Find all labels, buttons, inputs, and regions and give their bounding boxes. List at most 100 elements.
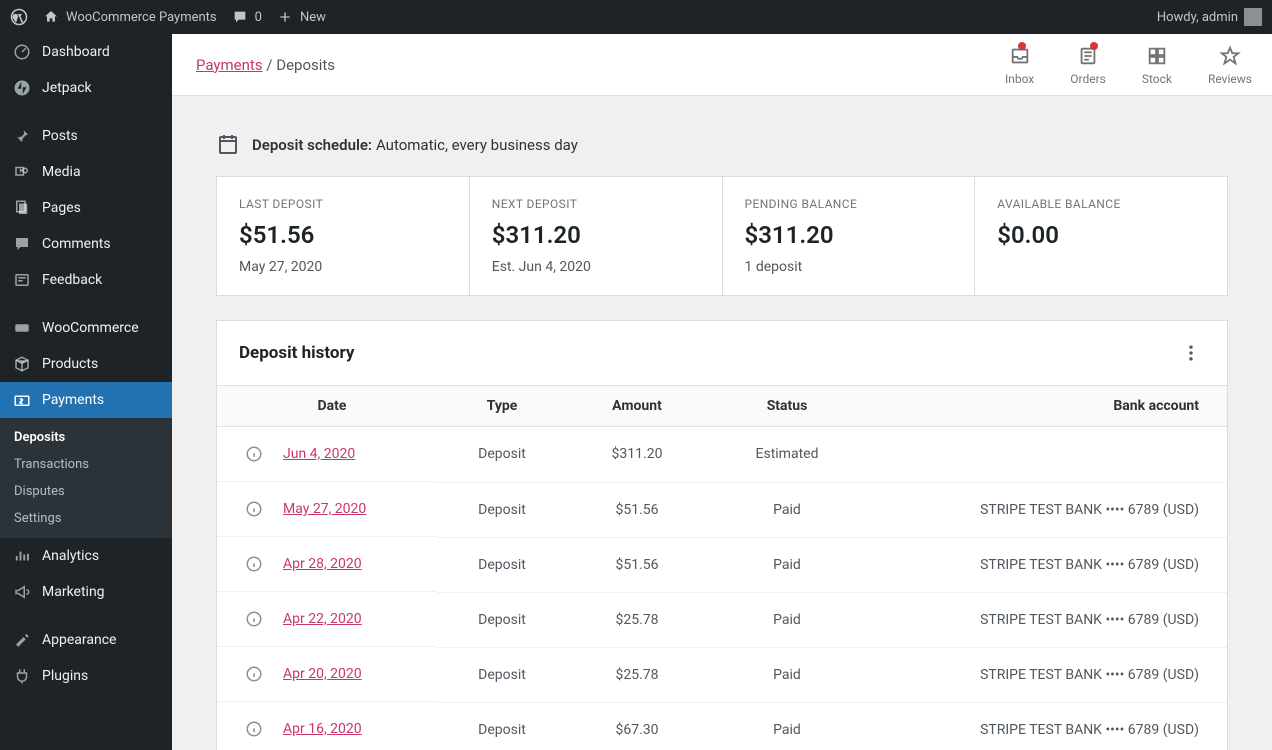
deposit-history-panel: Deposit history Date Type Amount Status … bbox=[216, 320, 1228, 750]
breadcrumb: Payments / Deposits bbox=[196, 56, 335, 74]
card-value: $0.00 bbox=[997, 221, 1205, 249]
products-icon bbox=[12, 354, 32, 374]
sidebar-item-woocommerce[interactable]: WooCommerce bbox=[0, 310, 172, 346]
cell-status: Paid bbox=[707, 537, 867, 592]
deposit-date-link[interactable]: May 27, 2020 bbox=[283, 501, 366, 517]
cell-amount: $311.20 bbox=[567, 427, 707, 483]
sidebar-item-label: Appearance bbox=[42, 632, 116, 648]
card-last-deposit: LAST DEPOSIT $51.56 May 27, 2020 bbox=[217, 177, 470, 295]
topbar-action-stock[interactable]: Stock bbox=[1142, 44, 1172, 86]
deposit-date-link[interactable]: Apr 28, 2020 bbox=[283, 556, 362, 572]
sidebar-item-plugins[interactable]: Plugins bbox=[0, 658, 172, 694]
deposit-date-link[interactable]: Apr 20, 2020 bbox=[283, 666, 362, 682]
cell-bank: STRIPE TEST BANK •••• 6789 (USD) bbox=[867, 592, 1227, 647]
card-pending-balance: PENDING BALANCE $311.20 1 deposit bbox=[723, 177, 976, 295]
col-amount[interactable]: Amount bbox=[567, 386, 707, 427]
topbar-action-label: Inbox bbox=[1005, 72, 1034, 86]
sidebar-item-marketing[interactable]: Marketing bbox=[0, 574, 172, 610]
sidebar-item-posts[interactable]: Posts bbox=[0, 118, 172, 154]
sidebar-item-pages[interactable]: Pages bbox=[0, 190, 172, 226]
topbar-action-inbox[interactable]: Inbox bbox=[1005, 44, 1034, 86]
comments-count: 0 bbox=[255, 10, 262, 25]
table-row[interactable]: Apr 16, 2020 Deposit $67.30 Paid STRIPE … bbox=[217, 702, 1227, 750]
admin-bar: WooCommerce Payments 0 New Howdy, admin bbox=[0, 0, 1272, 34]
cell-type: Deposit bbox=[437, 702, 567, 750]
card-available-balance: AVAILABLE BALANCE $0.00 bbox=[975, 177, 1227, 295]
table-row[interactable]: Apr 22, 2020 Deposit $25.78 Paid STRIPE … bbox=[217, 592, 1227, 647]
cell-type: Deposit bbox=[437, 647, 567, 702]
cell-status: Paid bbox=[707, 592, 867, 647]
sidebar-item-dashboard[interactable]: Dashboard bbox=[0, 34, 172, 70]
info-icon bbox=[245, 610, 263, 628]
col-type[interactable]: Type bbox=[437, 386, 567, 427]
card-sub: 1 deposit bbox=[745, 259, 953, 275]
sidebar-item-label: Analytics bbox=[42, 548, 99, 564]
col-status[interactable]: Status bbox=[707, 386, 867, 427]
plus-icon bbox=[276, 8, 294, 26]
wordpress-logo[interactable] bbox=[10, 8, 28, 26]
topbar-action-orders[interactable]: Orders bbox=[1070, 44, 1106, 86]
deposit-date-link[interactable]: Apr 22, 2020 bbox=[283, 611, 362, 627]
site-link[interactable]: WooCommerce Payments bbox=[42, 8, 217, 26]
col-date[interactable]: Date bbox=[217, 386, 437, 427]
deposit-date-link[interactable]: Apr 16, 2020 bbox=[283, 721, 362, 737]
calendar-icon bbox=[216, 132, 240, 156]
pin-icon bbox=[12, 126, 32, 146]
card-title: NEXT DEPOSIT bbox=[492, 197, 700, 211]
new-label: New bbox=[300, 10, 326, 25]
breadcrumb-sep: / bbox=[263, 56, 277, 74]
topbar-action-reviews[interactable]: Reviews bbox=[1208, 44, 1252, 86]
panel-title: Deposit history bbox=[239, 343, 354, 363]
sidebar-item-products[interactable]: Products bbox=[0, 346, 172, 382]
col-bank[interactable]: Bank account bbox=[867, 386, 1227, 427]
payments-icon bbox=[12, 390, 32, 410]
admin-sidebar: Dashboard Jetpack Posts Media Pages Comm… bbox=[0, 34, 172, 750]
marketing-icon bbox=[12, 582, 32, 602]
woo-icon bbox=[12, 318, 32, 338]
howdy-text: Howdy, admin bbox=[1157, 10, 1238, 25]
table-row[interactable]: Apr 20, 2020 Deposit $25.78 Paid STRIPE … bbox=[217, 647, 1227, 702]
cell-type: Deposit bbox=[437, 482, 567, 537]
new-link[interactable]: New bbox=[276, 8, 326, 26]
sidebar-item-comments[interactable]: Comments bbox=[0, 226, 172, 262]
sidebar-item-label: Dashboard bbox=[42, 44, 110, 60]
analytics-icon bbox=[12, 546, 32, 566]
cell-status: Paid bbox=[707, 482, 867, 537]
more-button[interactable] bbox=[1177, 339, 1205, 367]
sidebar-sub-deposits[interactable]: Deposits bbox=[0, 424, 172, 451]
info-icon bbox=[245, 445, 263, 463]
sidebar-sub-settings[interactable]: Settings bbox=[0, 505, 172, 532]
avatar bbox=[1244, 8, 1262, 26]
summary-cards: LAST DEPOSIT $51.56 May 27, 2020 NEXT DE… bbox=[216, 176, 1228, 296]
sidebar-item-label: Feedback bbox=[42, 272, 102, 288]
deposit-date-link[interactable]: Jun 4, 2020 bbox=[283, 446, 355, 462]
notification-dot bbox=[1090, 42, 1098, 50]
comments-link[interactable]: 0 bbox=[231, 8, 262, 26]
schedule-value: Automatic, every business day bbox=[376, 136, 578, 154]
sidebar-item-appearance[interactable]: Appearance bbox=[0, 622, 172, 658]
card-sub: May 27, 2020 bbox=[239, 259, 447, 275]
table-row[interactable]: Jun 4, 2020 Deposit $311.20 Estimated bbox=[217, 427, 1227, 483]
table-row[interactable]: Apr 28, 2020 Deposit $51.56 Paid STRIPE … bbox=[217, 537, 1227, 592]
sidebar-item-payments[interactable]: Payments bbox=[0, 382, 172, 418]
cell-bank: STRIPE TEST BANK •••• 6789 (USD) bbox=[867, 647, 1227, 702]
cell-bank: STRIPE TEST BANK •••• 6789 (USD) bbox=[867, 702, 1227, 750]
cell-type: Deposit bbox=[437, 592, 567, 647]
sidebar-item-analytics[interactable]: Analytics bbox=[0, 538, 172, 574]
sidebar-item-label: Media bbox=[42, 164, 81, 180]
table-row[interactable]: May 27, 2020 Deposit $51.56 Paid STRIPE … bbox=[217, 482, 1227, 537]
sidebar-sub-disputes[interactable]: Disputes bbox=[0, 478, 172, 505]
sidebar-item-jetpack[interactable]: Jetpack bbox=[0, 70, 172, 106]
sidebar-item-label: Payments bbox=[42, 392, 104, 408]
sidebar-item-media[interactable]: Media bbox=[0, 154, 172, 190]
sidebar-sub-transactions[interactable]: Transactions bbox=[0, 451, 172, 478]
account-link[interactable]: Howdy, admin bbox=[1157, 8, 1262, 26]
cell-status: Paid bbox=[707, 647, 867, 702]
cell-status: Paid bbox=[707, 702, 867, 750]
breadcrumb-parent[interactable]: Payments bbox=[196, 56, 263, 74]
sidebar-item-feedback[interactable]: Feedback bbox=[0, 262, 172, 298]
media-icon bbox=[12, 162, 32, 182]
topbar-actions: Inbox Orders Stock Reviews bbox=[1005, 44, 1252, 86]
appearance-icon bbox=[12, 630, 32, 650]
breadcrumb-current: Deposits bbox=[276, 56, 335, 74]
